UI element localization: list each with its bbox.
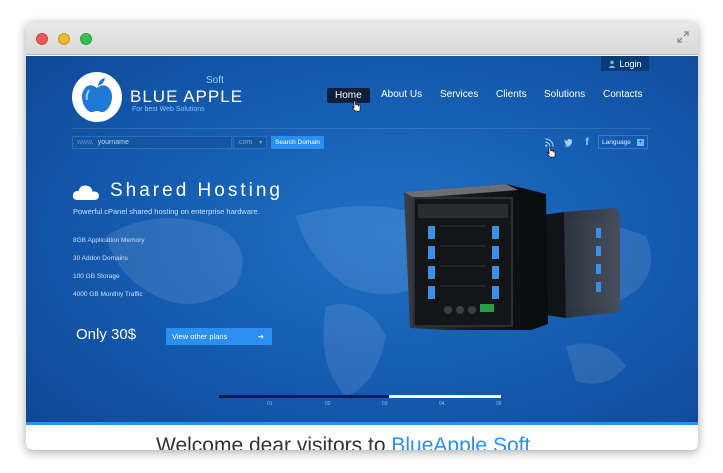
arrow-right-icon: ➜ [257,332,264,341]
language-selector[interactable]: Language + [598,135,648,149]
domain-extension-value: .com [237,139,253,146]
website-viewport: Login Soft Blue Apple For best Web Solut… [26,56,698,450]
slider-label[interactable]: 02 [325,401,331,407]
domain-search-input[interactable]: www. yourname [72,136,232,149]
zoom-dot[interactable] [80,33,92,45]
feature-item: 4000 GB Monthly Traffic [73,291,143,298]
plus-icon: + [637,138,644,146]
search-domain-button[interactable]: Search Domain [271,136,324,149]
feature-item: 100 GB Storage [73,273,120,280]
chevron-down-icon: ▼ [258,139,264,146]
feature-item: 30 Addon Domains [73,255,128,262]
slider-label[interactable]: 04 [439,401,445,407]
nav-clients[interactable]: Clients [496,89,527,100]
minimize-dot[interactable] [58,33,70,45]
logo-mark[interactable] [72,72,122,122]
logo-soft: Soft [206,75,224,86]
login-button[interactable]: Login [601,56,649,71]
welcome-brand: BlueApple Soft [391,434,531,450]
cloud-icon [72,185,99,200]
slider-progress [389,395,501,398]
domain-extension-select[interactable]: .com ▼ [233,136,267,149]
domain-value: yourname [97,139,129,146]
browser-window: Login Soft Blue Apple For best Web Solut… [26,22,698,450]
hero-title: Shared Hosting [110,180,283,201]
server-image [404,184,620,330]
facebook-icon[interactable]: f [580,135,594,149]
user-icon [608,60,616,68]
resize-icon[interactable] [676,30,690,44]
plans-button-label: View other plans [172,332,228,341]
nav-solutions[interactable]: Solutions [544,89,585,100]
header-divider [72,128,650,129]
logo-name: Blue Apple [130,87,244,106]
nav-home[interactable]: Home [327,88,370,103]
twitter-icon[interactable] [561,135,575,149]
nav-contacts[interactable]: Contacts [603,89,642,100]
feature-item: 8GB Application Memory [73,237,145,244]
logo-tagline: For best Web Solutions [132,106,205,113]
welcome-text: Welcome dear visitors to [156,434,386,450]
hero-subtitle: Powerful cPanel shared hosting on enterp… [73,207,260,216]
nav-about-us[interactable]: About Us [381,89,422,100]
login-label: Login [619,58,642,69]
slider-label[interactable]: 01 [267,401,273,407]
slider-label[interactable]: 03 [382,401,388,407]
slider-label[interactable]: 05 [496,401,502,407]
cursor-icon [547,146,556,158]
cursor-icon [352,100,361,112]
nav-services[interactable]: Services [440,89,478,100]
close-dot[interactable] [36,33,48,45]
apple-logo [82,78,112,113]
title-bar [26,22,698,55]
language-label: Language [602,138,631,146]
domain-prefix: www. [77,139,94,146]
welcome-heading: Welcome dear visitors to BlueApple Soft [156,434,530,450]
view-other-plans-button[interactable]: View other plans ➜ [166,328,272,345]
hero-price: Only 30$ [76,326,137,343]
